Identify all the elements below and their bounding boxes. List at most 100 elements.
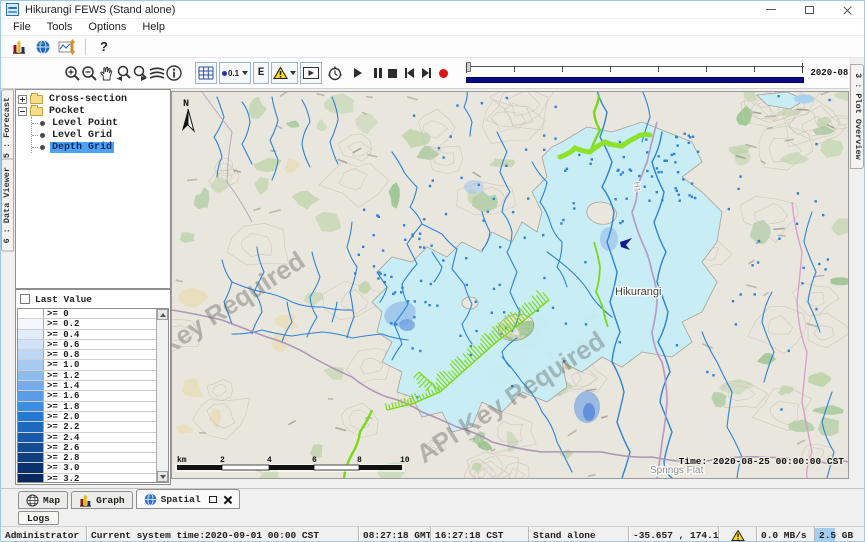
folder-icon (30, 107, 43, 116)
tree-node-label[interactable]: Level Grid (50, 130, 114, 141)
legend-row[interactable]: >= 0.6 (18, 340, 168, 350)
scale-tick-label: 6 (312, 456, 317, 465)
legend-row[interactable]: >= 1.6 (18, 391, 168, 401)
map-canvas[interactable]: API Key Required API Key Required Hikura… (172, 92, 848, 478)
tree-node-label[interactable]: Pocket (47, 106, 87, 117)
legend-toggle-button[interactable]: E (253, 62, 269, 84)
legend-row[interactable]: >= 2.0 (18, 412, 168, 422)
help-button[interactable]: ? (92, 39, 116, 54)
bar-chart-icon (79, 494, 92, 507)
menu-help[interactable]: Help (135, 20, 172, 34)
legend-row[interactable]: >= 3.2 (18, 474, 168, 483)
maximize-button[interactable] (790, 1, 828, 18)
tree-node-level-grid[interactable]: Level Grid (32, 129, 168, 141)
expand-icon[interactable] (18, 95, 27, 104)
legend-row[interactable]: >= 2.2 (18, 422, 168, 432)
animation-timer-button[interactable] (326, 62, 343, 84)
pause-button[interactable] (368, 64, 382, 82)
legend-row[interactable]: >= 0 (18, 309, 168, 319)
collapse-icon[interactable] (18, 107, 27, 116)
zoom-out-button[interactable] (80, 62, 97, 84)
last-value-checkbox[interactable] (20, 294, 30, 304)
legend-row-label: >= 2.8 (44, 453, 168, 462)
zoom-previous-button[interactable] (114, 62, 131, 84)
menu-file[interactable]: File (6, 20, 38, 34)
spatial-map[interactable]: API Key Required API Key Required Hikura… (171, 91, 849, 479)
globe-wire-icon (26, 494, 39, 507)
map-globe-icon[interactable] (31, 37, 55, 57)
scale-tick-label: 4 (267, 456, 272, 465)
legend-row[interactable]: >= 3.0 (18, 463, 168, 473)
tree-node-depth-grid[interactable]: Depth Grid (32, 141, 168, 153)
legend-row[interactable]: >= 2.6 (18, 443, 168, 453)
tree-node-pocket[interactable]: Pocket (18, 105, 168, 117)
record-button[interactable] (436, 64, 450, 82)
database-bars-icon[interactable] (7, 37, 31, 57)
tree-node-label[interactable]: Level Point (50, 118, 120, 129)
layer-bullet-icon (40, 145, 45, 150)
last-value-label: Last Value (35, 294, 92, 305)
menu-options[interactable]: Options (81, 20, 133, 34)
tree-node-level-point[interactable]: Level Point (32, 117, 168, 129)
zoom-in-button[interactable] (63, 62, 80, 84)
legend-row[interactable]: >= 2.8 (18, 453, 168, 463)
scroll-down-icon[interactable] (157, 471, 168, 482)
tab-map[interactable]: Map (18, 491, 68, 509)
logs-button[interactable]: Logs (18, 511, 59, 525)
status-local-time: 16:27:18 CST (431, 527, 529, 542)
legend-row[interactable]: >= 1.0 (18, 360, 168, 370)
label-hikurangi: Hikurangi (615, 286, 661, 298)
point-size-dropdown[interactable]: 0.1 (219, 62, 251, 84)
legend-row[interactable]: >= 1.4 (18, 381, 168, 391)
scale-tick-label: 8 (357, 456, 362, 465)
time-tick (706, 66, 707, 72)
thresholds-warning-dropdown[interactable] (271, 62, 298, 84)
point-size-value: 0.1 (228, 69, 239, 78)
tab-spatial[interactable]: Spatial (136, 489, 240, 509)
right-tab-strip: 3 : Plot Overview (849, 58, 865, 488)
status-coordinates: -35.657 , 174.199 (629, 527, 719, 542)
scale-tick-label: 2 (220, 456, 225, 465)
animation-button[interactable] (300, 62, 322, 84)
skip-to-start-button[interactable] (402, 64, 416, 82)
tree-node-label-selected[interactable]: Depth Grid (50, 142, 114, 153)
zoom-next-button[interactable] (131, 62, 148, 84)
point-icon (222, 71, 227, 76)
stop-button[interactable] (385, 64, 399, 82)
legend-row[interactable]: >= 0.8 (18, 350, 168, 360)
skip-start-icon (407, 68, 414, 78)
legend-color-swatch (18, 443, 44, 452)
sidebar-tab-plot-overview[interactable]: 3 : Plot Overview (850, 64, 864, 169)
info-button[interactable] (165, 62, 182, 84)
legend-color-swatch (18, 350, 44, 359)
status-user: Administrator (1, 527, 87, 542)
scroll-up-icon[interactable] (157, 309, 168, 320)
tree-node-cross-section[interactable]: Cross-section (18, 93, 168, 105)
minimize-button[interactable] (752, 1, 790, 18)
close-button[interactable] (828, 1, 865, 18)
legend-row[interactable]: >= 1.2 (18, 371, 168, 381)
layers-button[interactable] (148, 62, 165, 84)
legend-row[interactable]: >= 0.2 (18, 319, 168, 329)
pan-hand-button[interactable] (97, 62, 114, 84)
time-slider[interactable] (466, 61, 804, 85)
play-icon (354, 68, 362, 78)
tab-graph[interactable]: Graph (71, 491, 133, 509)
panel-maximize-icon[interactable] (209, 496, 217, 503)
menu-tools[interactable]: Tools (40, 20, 80, 34)
legend-row[interactable]: >= 0.4 (18, 330, 168, 340)
profile-editor-icon[interactable] (55, 37, 79, 57)
play-button[interactable] (351, 64, 365, 82)
skip-to-end-button[interactable] (419, 64, 433, 82)
legend-scrollbar[interactable] (156, 309, 168, 482)
legend-row[interactable]: >= 1.8 (18, 402, 168, 412)
tree-node-label[interactable]: Cross-section (47, 94, 129, 105)
panel-close-icon[interactable] (223, 495, 232, 504)
sidebar-tab-forecast[interactable]: 5 : Forecast (1, 89, 14, 166)
north-label: N (183, 99, 189, 110)
legend-color-swatch (18, 330, 44, 339)
grid-display-button[interactable] (195, 62, 217, 84)
time-tick (658, 66, 659, 72)
sidebar-tab-data-viewer[interactable]: 6 : Data Viewer (1, 159, 14, 252)
legend-row[interactable]: >= 2.4 (18, 433, 168, 443)
